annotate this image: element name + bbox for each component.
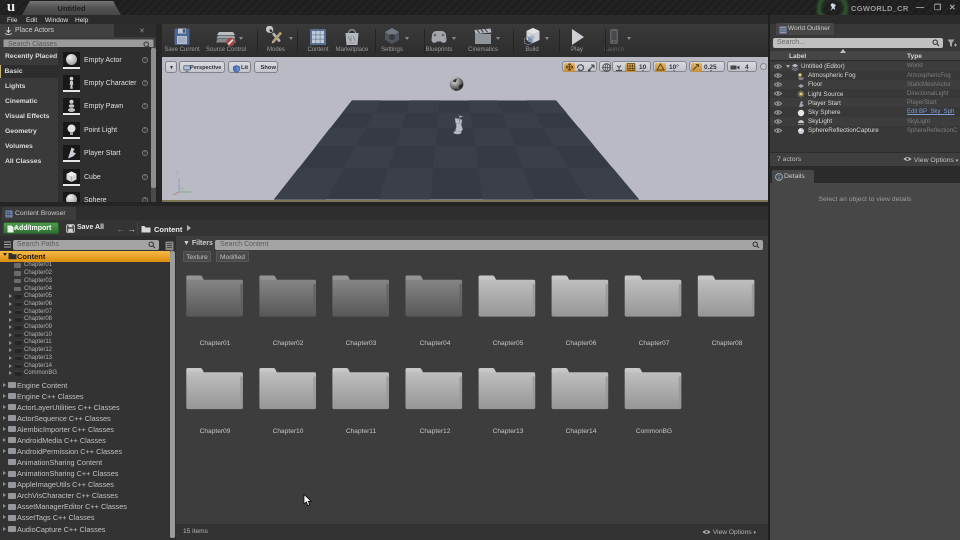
svg-text:Z: Z (176, 171, 179, 177)
svg-text:x: x (181, 186, 184, 192)
